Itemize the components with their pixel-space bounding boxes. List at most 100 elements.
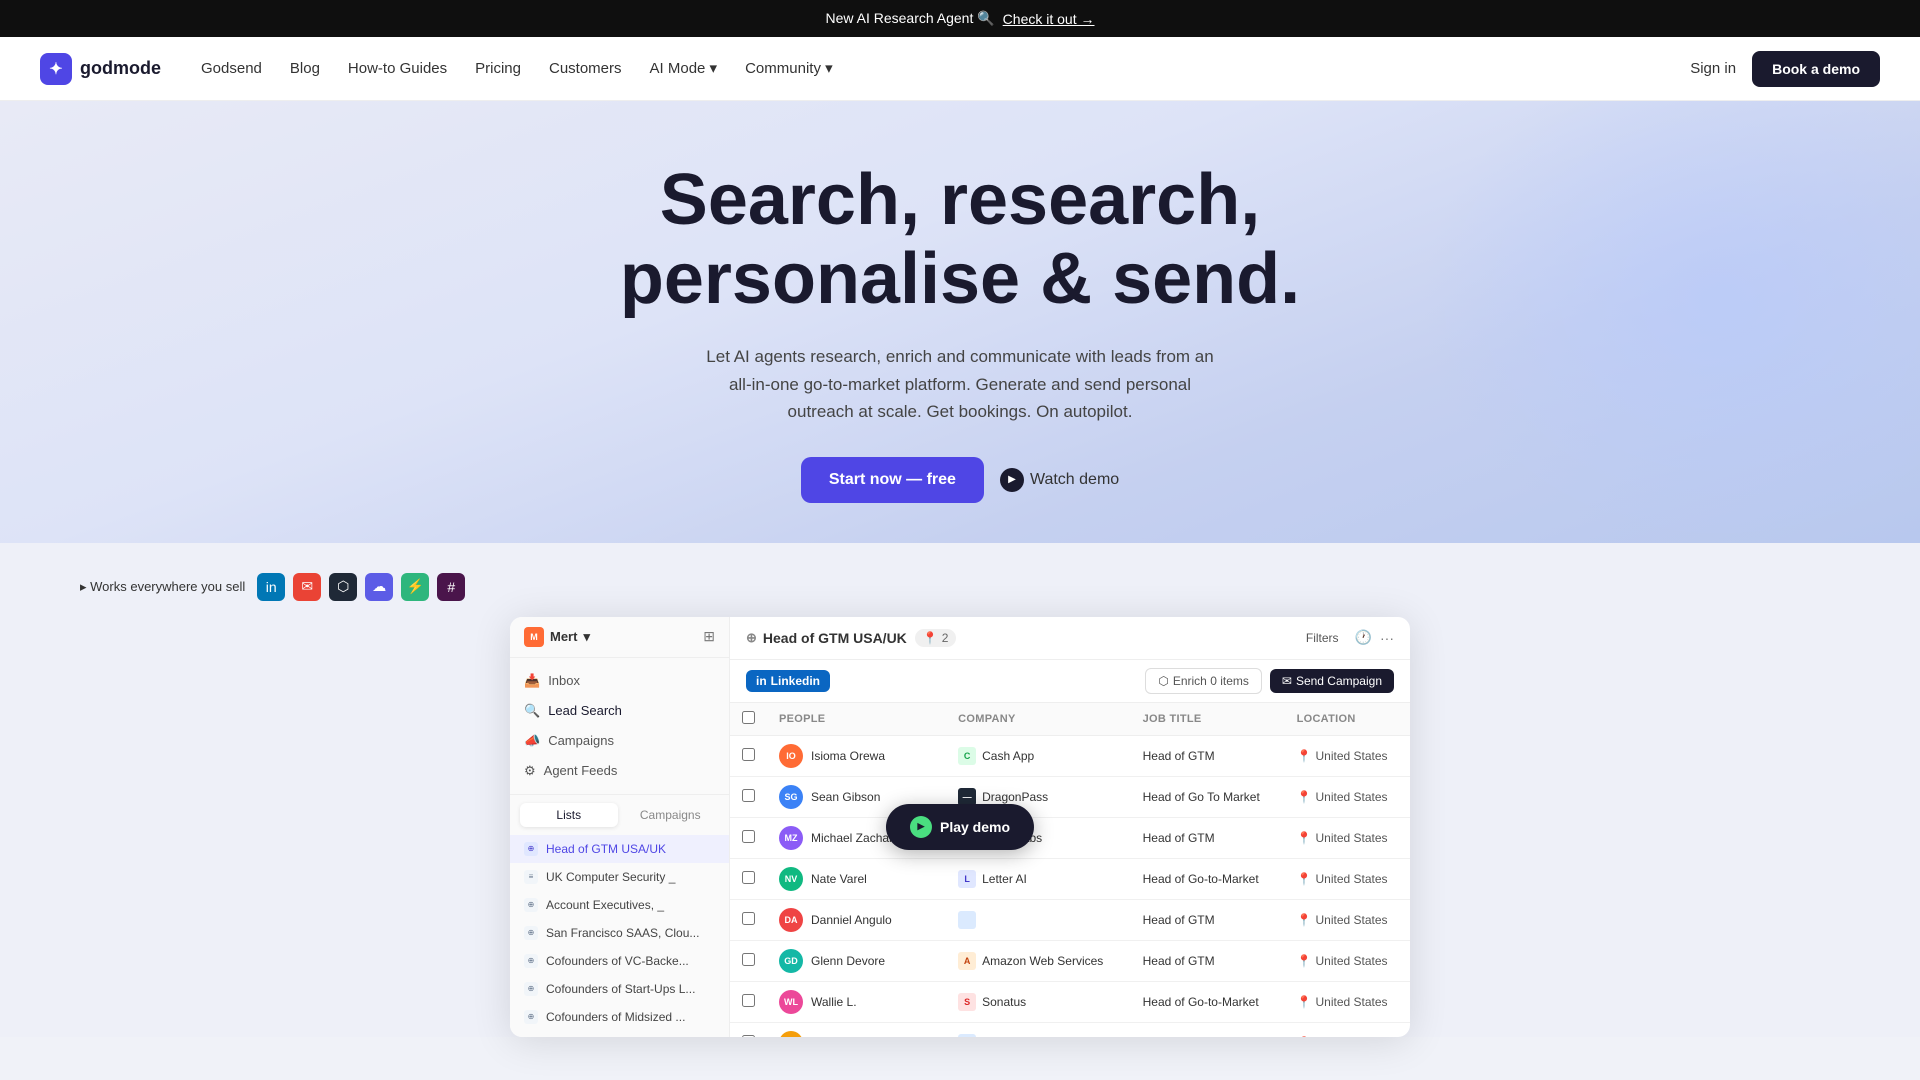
logo[interactable]: ✦ godmode	[40, 53, 161, 85]
sidebar-agent-feeds[interactable]: ⚙ Agent Feeds	[510, 756, 729, 786]
sidebar-toggle-button[interactable]: ⊞	[703, 628, 715, 645]
sidebar-campaigns[interactable]: 📣 Campaigns	[510, 726, 729, 756]
list-title: ⊕ Head of GTM USA/UK	[746, 630, 907, 646]
list-item-uk[interactable]: ≡ UK Computer Security _	[510, 863, 729, 891]
company-name-7: Hookdeck	[982, 1036, 1035, 1037]
table-row[interactable]: WL Wallie L. S Sonatus Head of Go-to-Mar…	[730, 981, 1410, 1022]
list-label-uk: UK Computer Security _	[546, 870, 675, 884]
person-avatar-0: IO	[779, 744, 803, 768]
company-name-3: Letter AI	[982, 872, 1027, 886]
nav-guides[interactable]: How-to Guides	[348, 60, 447, 77]
table-row[interactable]: DA Danniel Angulo Head of GTM 📍 United S…	[730, 899, 1410, 940]
location-cell-5: 📍 United States	[1285, 940, 1410, 981]
table-toolbar: in Linkedin ⬡ Enrich 0 items ✉ Send Camp…	[730, 660, 1410, 703]
sidebar-inbox[interactable]: 📥 Inbox	[510, 666, 729, 696]
lead-search-label: Lead Search	[548, 703, 622, 718]
linkedin-badge: in Linkedin	[746, 670, 830, 692]
data-table: People Company Job title Location IO Isi…	[730, 703, 1410, 1037]
linkedin-label: Linkedin	[771, 674, 820, 688]
list-item-ae[interactable]: ⊕ Account Executives, _	[510, 891, 729, 919]
nav-pricing[interactable]: Pricing	[475, 60, 521, 77]
row-checkbox-4[interactable]	[742, 912, 755, 925]
nav-community[interactable]: Community ▾	[745, 60, 833, 77]
location-cell-6: 📍 United States	[1285, 981, 1410, 1022]
send-campaign-button[interactable]: ✉ Send Campaign	[1270, 669, 1394, 693]
col-job: Job title	[1131, 703, 1285, 736]
more-options-button[interactable]: ···	[1380, 630, 1394, 646]
person-name-1: Sean Gibson	[811, 790, 880, 804]
nav-godsend[interactable]: Godsend	[201, 60, 262, 77]
select-all-checkbox[interactable]	[742, 711, 755, 724]
person-cell-4: DA Danniel Angulo	[767, 899, 946, 940]
slack-icon: #	[437, 573, 465, 601]
row-checkbox-cell	[730, 776, 767, 817]
person-avatar-4: DA	[779, 908, 803, 932]
list-item-sf[interactable]: ⊕ San Francisco SAAS, Clou...	[510, 919, 729, 947]
nav-blog[interactable]: Blog	[290, 60, 320, 77]
row-checkbox-1[interactable]	[742, 789, 755, 802]
person-cell-0: IO Isioma Orewa	[767, 735, 946, 776]
watch-demo-button[interactable]: ▶ Watch demo	[1000, 468, 1119, 492]
table-row[interactable]: IO Isioma Orewa C Cash App Head of GTM 📍…	[730, 735, 1410, 776]
company-name-6: Sonatus	[982, 995, 1026, 1009]
announcement-cta[interactable]: Check it out →	[1003, 11, 1095, 27]
job-cell-0: Head of GTM	[1131, 735, 1285, 776]
table-row[interactable]: NV Nate Varel L Letter AI Head of Go-to-…	[730, 858, 1410, 899]
lists-tab[interactable]: Lists	[520, 803, 618, 827]
person-name-3: Nate Varel	[811, 872, 867, 886]
list-item-mid[interactable]: ⊕ Cofounders of Midsized ...	[510, 1003, 729, 1031]
book-demo-button[interactable]: Book a demo	[1752, 51, 1880, 87]
row-checkbox-6[interactable]	[742, 994, 755, 1007]
table-row[interactable]: GD Glenn Devore A Amazon Web Services He…	[730, 940, 1410, 981]
company-name-5: Amazon Web Services	[982, 954, 1103, 968]
location-value-4: United States	[1316, 913, 1388, 927]
row-checkbox-cell	[730, 1022, 767, 1037]
table-row[interactable]: MZ Michael Zacharski A Allora Labs Head …	[730, 817, 1410, 858]
col-company: Company	[946, 703, 1130, 736]
campaigns-icon: 📣	[524, 733, 540, 749]
announcement-bar: New AI Research Agent 🔍 Check it out →	[0, 0, 1920, 37]
linkedin-icon-small: in	[756, 674, 767, 688]
row-checkbox-5[interactable]	[742, 953, 755, 966]
row-checkbox-0[interactable]	[742, 748, 755, 761]
header-actions: Filters 🕐 ···	[1298, 627, 1394, 649]
company-logo-0: C	[958, 747, 976, 765]
campaigns-tab[interactable]: Campaigns	[622, 803, 720, 827]
start-now-button[interactable]: Start now — free	[801, 457, 984, 503]
company-cell-6: S Sonatus	[946, 981, 1130, 1022]
nav-links: Godsend Blog How-to Guides Pricing Custo…	[201, 59, 1690, 78]
table-row[interactable]: KW Kyle Weidman H Hookdeck Head of GTM 📍…	[730, 1022, 1410, 1037]
row-checkbox-7[interactable]	[742, 1035, 755, 1037]
row-checkbox-cell	[730, 981, 767, 1022]
person-cell-6: WL Wallie L.	[767, 981, 946, 1022]
enrich-button[interactable]: ⬡ Enrich 0 items	[1145, 668, 1262, 694]
nav-actions: Sign in Book a demo	[1690, 51, 1880, 87]
announcement-text: New AI Research Agent 🔍	[825, 10, 994, 27]
list-item-vc[interactable]: ⊕ Cofounders of VC-Backe...	[510, 947, 729, 975]
table-row[interactable]: SG Sean Gibson — DragonPass Head of Go T…	[730, 776, 1410, 817]
company-cell-3: L Letter AI	[946, 858, 1130, 899]
works-section: ▸ Works everywhere you sell in ✉ ⬡ ☁ ⚡ #	[40, 553, 1880, 617]
nav-aimode[interactable]: AI Mode ▾	[650, 60, 718, 77]
sidebar-nav: 📥 Inbox 🔍 Lead Search 📣 Campaigns ⚙ Agen…	[510, 658, 729, 795]
nav-customers[interactable]: Customers	[549, 60, 622, 77]
sidebar-list: ⊕ Head of GTM USA/UK ≡ UK Computer Secur…	[510, 835, 729, 1037]
list-icon-gtm: ⊕	[524, 842, 538, 856]
clock-icon-button[interactable]: 🕐	[1355, 629, 1372, 646]
job-cell-7: Head of GTM	[1131, 1022, 1285, 1037]
filters-button[interactable]: Filters	[1298, 627, 1347, 649]
company-cell-5: A Amazon Web Services	[946, 940, 1130, 981]
user-badge: M Mert ▾	[524, 627, 590, 647]
company-cell-7: H Hookdeck	[946, 1022, 1130, 1037]
list-icon-uk: ≡	[524, 870, 538, 884]
list-item-startup[interactable]: ⊕ Cofounders of Start-Ups L...	[510, 975, 729, 1003]
row-checkbox-2[interactable]	[742, 830, 755, 843]
company-logo-5: A	[958, 952, 976, 970]
list-item-gtm[interactable]: ⊕ Head of GTM USA/UK	[510, 835, 729, 863]
play-demo-overlay[interactable]: ▶ Play demo	[886, 804, 1034, 850]
row-checkbox-3[interactable]	[742, 871, 755, 884]
person-avatar-7: KW	[779, 1031, 803, 1037]
person-name-7: Kyle Weidman	[811, 1036, 888, 1037]
sign-in-button[interactable]: Sign in	[1690, 60, 1736, 77]
sidebar-lead-search[interactable]: 🔍 Lead Search	[510, 696, 729, 726]
